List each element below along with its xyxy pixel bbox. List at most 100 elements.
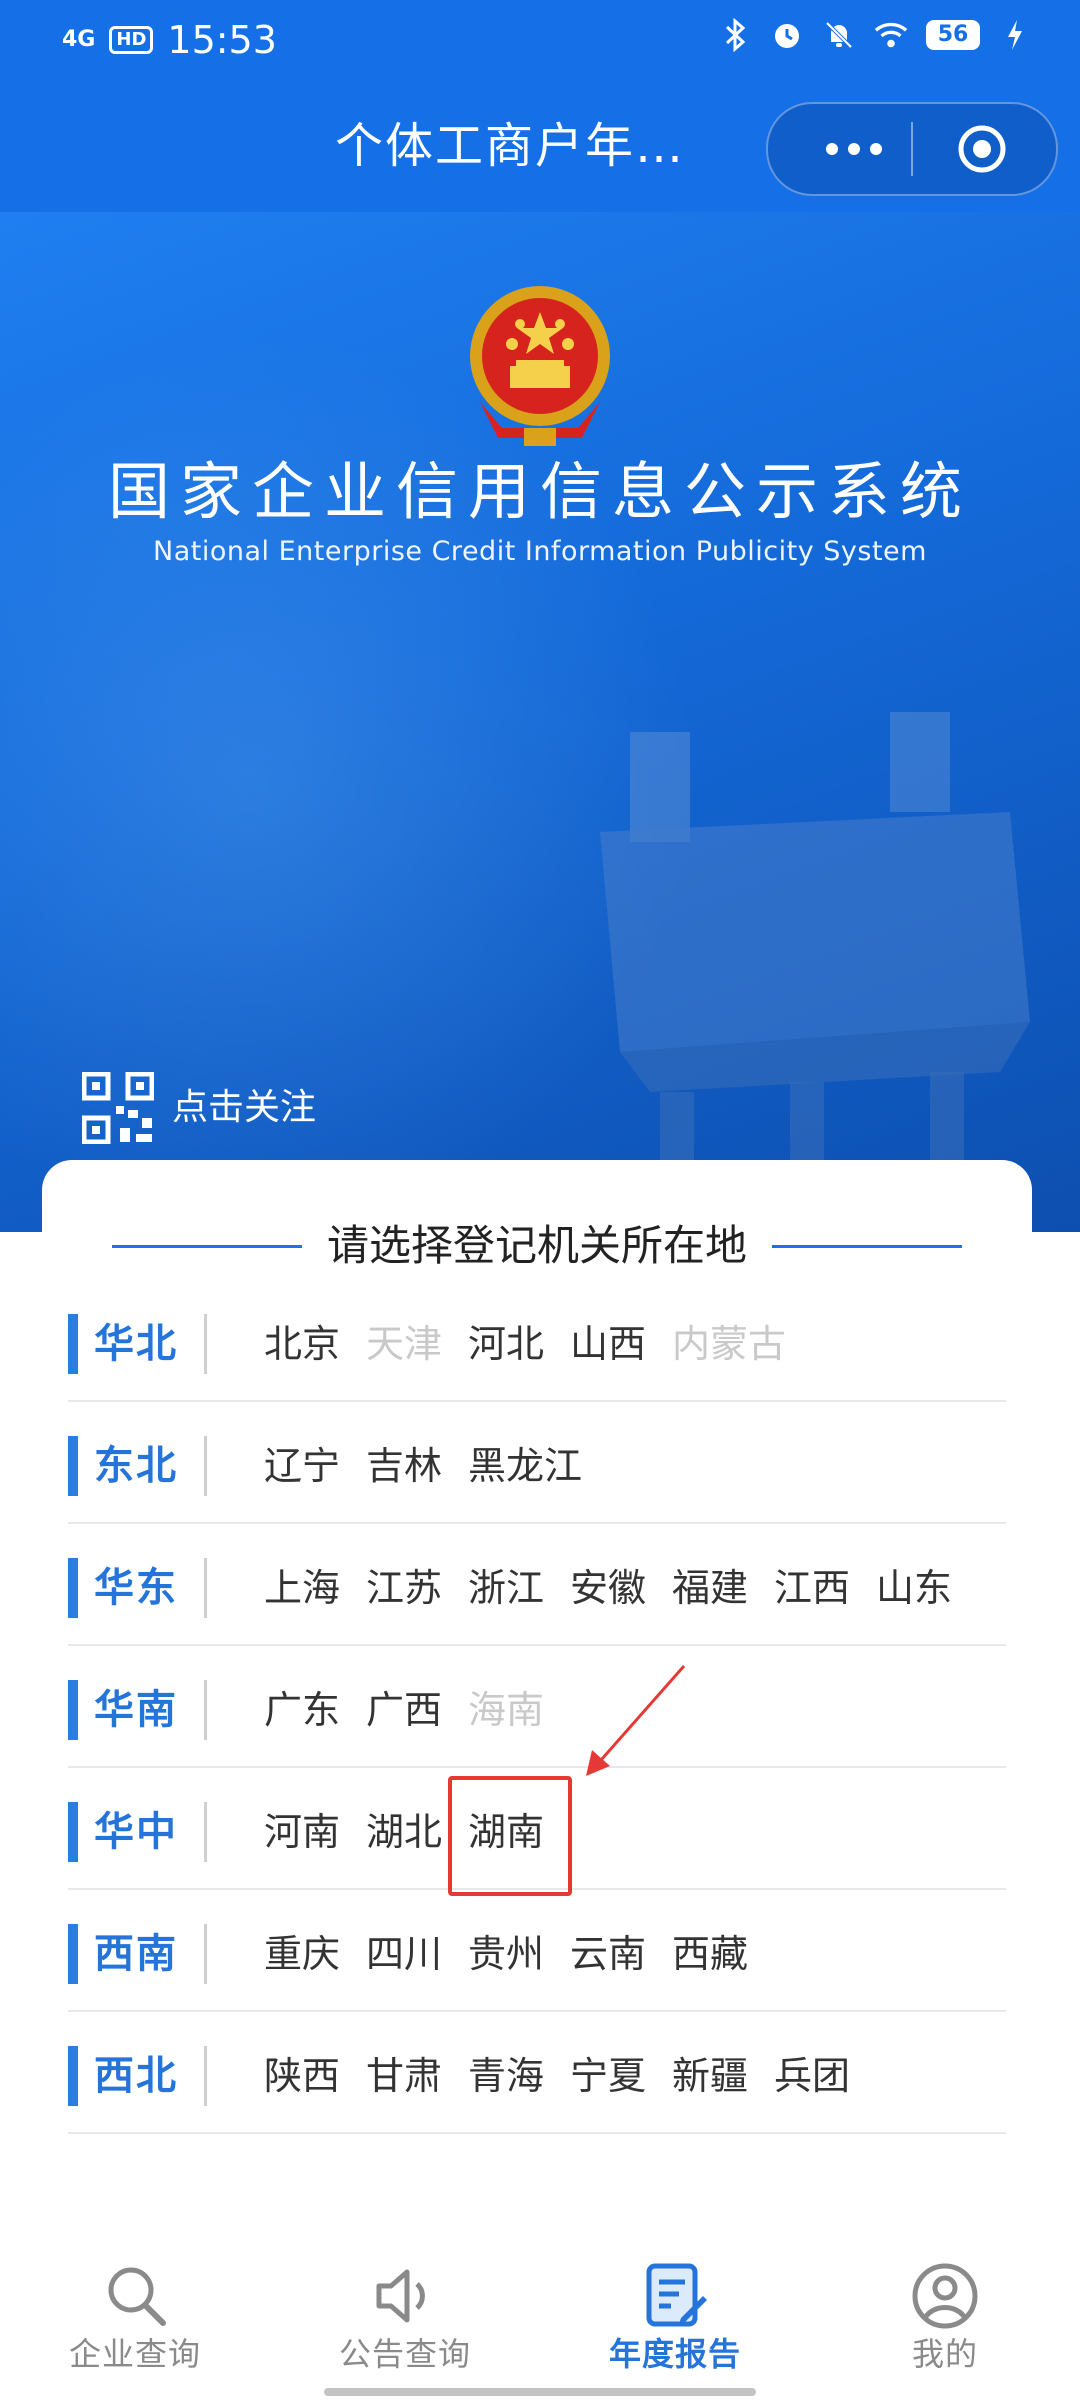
capsule-divider [911,122,913,176]
province-option: 海南 [468,1688,545,1732]
province-option[interactable]: 重庆 [264,1924,340,1984]
battery-indicator: 56 [926,20,980,50]
tab-company-search[interactable]: 企业查询 [0,2240,270,2390]
region-row: 华中 河南 湖北 湖南 [68,1768,1006,1896]
region-select-card: 请选择登记机关所在地 华北 北京 天津 河北 山西 内蒙古东北 辽宁 吉林 黑龙江华东 上海 江苏浙… [42,1160,1032,2160]
province-list: 北京 天津 河北 山西 内蒙古 [264,1314,786,1374]
region-divider [204,1558,207,1618]
qr-code-icon [82,1072,154,1144]
province-list: 陕西 甘肃 青海 宁夏 新疆 兵团 [264,2046,850,2106]
page-title: 个体工商户年… [334,118,685,174]
close-miniprogram-button[interactable] [956,123,1008,175]
province-option[interactable]: 青海 [468,2046,544,2106]
region-name: 华东 [94,1565,178,1611]
region-accent-bar [68,1436,78,1496]
hd-badge: HD [109,26,154,54]
region-divider [204,1436,207,1496]
region-list: 华北 北京 天津 河北 山西 内蒙古东北 辽宁 吉林 黑龙江华东 上海 江苏 浙江 安徽 福建 江西 山东华南… [68,1280,1006,2134]
region-row: 东北 辽宁 吉林 黑龙江 [68,1402,1006,1524]
province-option[interactable]: 河北 [468,1314,544,1374]
network-indicator: 4G [62,27,96,52]
province-option[interactable]: 浙江 [468,1558,544,1618]
speaker-icon [376,2269,425,2323]
region-divider [204,1680,207,1740]
province-option[interactable]: 福建 [672,1558,748,1618]
province-option[interactable]: 贵州 [468,1924,544,1984]
province-option[interactable]: 河南 [264,1802,340,1862]
province-option: 天津 [366,1322,443,1366]
tab-label: 企业查询 [68,2335,201,2373]
province-option[interactable]: 北京 [264,1314,340,1374]
bronze-ding-illustration [600,712,1030,1222]
region-divider [204,1924,207,1984]
province-list: 上海 江苏 浙江 安徽 福建 江西 山东 [264,1558,952,1618]
region-divider [204,1314,207,1374]
status-bar: 4G HD 15:53 56 [0,0,1080,80]
province-option[interactable]: 兵团 [774,2046,850,2106]
report-edit-icon [646,2263,707,2327]
alarm-icon [770,18,804,52]
province-option[interactable]: 吉林 [366,1436,442,1496]
region-row: 西北 陕西 甘肃 青海 宁夏 新疆 兵团 [68,2012,1006,2134]
home-indicator[interactable] [324,2388,756,2396]
province-option[interactable]: 四川 [366,1924,442,1984]
province-option[interactable]: 西藏 [672,1924,748,1984]
region-name: 东北 [94,1443,178,1489]
region-row: 西南 重庆 四川 贵州 云南 西藏 [68,1890,1006,2012]
status-time: 15:53 [167,18,277,62]
province-option[interactable]: 湖北 [366,1802,442,1862]
card-heading: 请选择登记机关所在地 [112,1216,962,1276]
mini-program-capsule [766,102,1058,196]
province-option: 内蒙古 [672,1322,787,1366]
title-bar: 个体工商户年… [0,96,1080,196]
top-bar: 4G HD 15:53 56 个体工商户年… [0,0,1080,212]
region-divider [204,1802,207,1862]
province-option[interactable]: 安徽 [570,1558,646,1618]
province-option[interactable]: 新疆 [672,2046,748,2106]
province-option[interactable]: 广西 [366,1680,442,1740]
follow-label: 点击关注 [172,1087,317,1128]
region-divider [204,2046,207,2106]
tab-annual-report[interactable]: 年度报告 [540,2240,810,2390]
region-accent-bar [68,1314,78,1374]
wifi-icon [874,18,908,52]
user-icon [912,2263,978,2329]
province-option[interactable]: 甘肃 [366,2046,442,2106]
charging-icon [998,18,1032,52]
province-option[interactable]: 江苏 [366,1558,442,1618]
bluetooth-icon [718,18,752,52]
region-name: 华南 [94,1687,178,1733]
region-name: 西北 [94,2053,178,2099]
region-row: 华北 北京 天津 河北 山西 内蒙古 [68,1280,1006,1402]
province-option[interactable]: 江西 [774,1558,850,1618]
national-emblem-icon [470,286,610,446]
region-row: 华东 上海 江苏 浙江 安徽 福建 江西 山东 [68,1524,1006,1646]
province-option[interactable]: 山西 [570,1314,646,1374]
tab-mine[interactable]: 我的 [810,2240,1080,2390]
province-option[interactable]: 山东 [876,1558,952,1618]
tab-announcement-search[interactable]: 公告查询 [270,2240,540,2390]
province-list: 辽宁 吉林 黑龙江 [264,1436,582,1496]
region-name: 西南 [94,1931,178,1977]
region-accent-bar [68,1802,78,1862]
province-option[interactable]: 辽宁 [264,1436,340,1496]
province-option[interactable]: 陕西 [264,2046,340,2106]
province-option[interactable]: 云南 [570,1924,646,1984]
province-option[interactable]: 湖南 [448,1776,572,1896]
follow-button[interactable]: 点击关注 [82,1072,316,1144]
heading-line-right [772,1245,962,1248]
card-heading-text: 请选择登记机关所在地 [326,1221,747,1270]
province-option[interactable]: 黑龙江 [468,1436,582,1496]
hero-subtitle: National Enterprise Credit Information P… [153,536,927,567]
tab-label: 我的 [911,2335,978,2373]
region-accent-bar [68,2046,78,2106]
region-name: 华北 [94,1321,178,1367]
province-option[interactable]: 广东 [264,1680,340,1740]
more-options-button[interactable] [804,124,904,174]
province-list: 河南 湖北 湖南 [264,1776,572,1896]
region-accent-bar [68,1680,78,1740]
province-option[interactable]: 宁夏 [570,2046,646,2106]
province-option[interactable]: 上海 [264,1558,340,1618]
search-icon [108,2267,166,2326]
hero-banner: 国家企业信用信息公示系统 National Enterprise Credit … [0,212,1080,1232]
